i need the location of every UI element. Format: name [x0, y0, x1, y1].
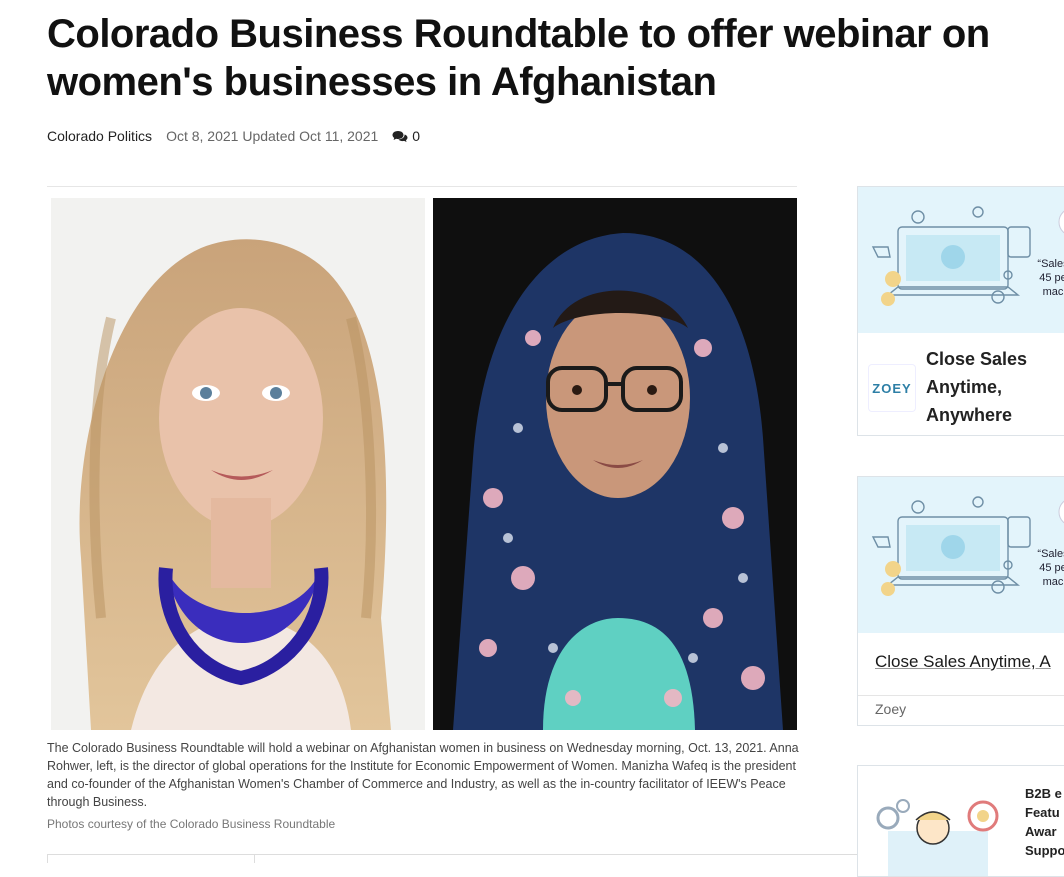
- divider: [47, 186, 797, 187]
- comment-count: 0: [412, 128, 421, 144]
- portrait-left-image: [51, 198, 425, 730]
- ad-illustration: [876, 799, 999, 876]
- zoey-logo: ZOEY: [869, 365, 915, 411]
- ad-title[interactable]: Close Sales Anytime, A: [875, 652, 1051, 672]
- photo-anna-rohwer[interactable]: [51, 198, 425, 730]
- ad-text[interactable]: B2B e Featu Awar Suppo: [1025, 784, 1064, 860]
- ad-source: Zoey: [875, 701, 907, 717]
- portrait-right-image: [433, 198, 797, 730]
- ad-quote: “Sales 45 pe mac: [1037, 548, 1064, 588]
- publish-date: Oct 8, 2021 Updated Oct 11, 2021: [166, 128, 379, 144]
- ad-divider: [858, 695, 1064, 696]
- article-meta: Colorado Politics Oct 8, 2021 Updated Oc…: [47, 128, 420, 144]
- photo-manizha-wafeq[interactable]: [433, 198, 797, 730]
- comments-link[interactable]: 0: [392, 128, 420, 144]
- photo-caption: The Colorado Business Roundtable will ho…: [47, 741, 799, 809]
- ad-illustration: “Sales 45 pe mac: [858, 187, 1064, 333]
- ad-illustration: “Sales 45 pe mac: [858, 477, 1064, 633]
- sidebar-ad-1[interactable]: “Sales 45 pe mac ZOEY Close Sales Anytim…: [857, 186, 1064, 436]
- source-link[interactable]: Colorado Politics: [47, 128, 152, 144]
- ad-title[interactable]: Close Sales Anytime, Anywhere: [926, 345, 1064, 429]
- photo-credit: Photos courtesy of the Colorado Business…: [47, 817, 336, 831]
- sidebar-ad-3[interactable]: B2B e Featu Awar Suppo: [857, 765, 1064, 877]
- sidebar-ad-2[interactable]: “Sales 45 pe mac Close Sales Anytime, A …: [857, 476, 1064, 726]
- comments-icon: [392, 130, 408, 142]
- article-headline: Colorado Business Roundtable to offer we…: [47, 12, 990, 104]
- ad-quote: “Sales 45 pe mac: [1037, 258, 1064, 298]
